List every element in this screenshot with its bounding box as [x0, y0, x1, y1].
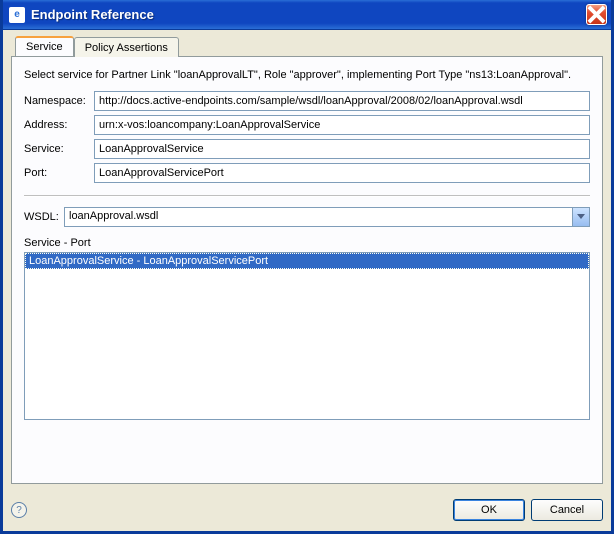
divider — [24, 195, 590, 197]
titlebar: e Endpoint Reference — [3, 0, 611, 30]
help-icon: ? — [16, 505, 22, 516]
close-icon — [587, 5, 606, 24]
address-input[interactable] — [94, 115, 590, 135]
dialog-window: e Endpoint Reference Service Policy Asse… — [0, 0, 614, 534]
service-port-label: Service - Port — [24, 237, 590, 249]
port-row: Port: — [24, 163, 590, 183]
namespace-row: Namespace: — [24, 91, 590, 111]
port-label: Port: — [24, 167, 94, 179]
list-item[interactable]: LoanApprovalService - LoanApprovalServic… — [25, 253, 589, 269]
address-row: Address: — [24, 115, 590, 135]
service-label: Service: — [24, 143, 94, 155]
namespace-input[interactable] — [94, 91, 590, 111]
close-button[interactable] — [586, 4, 607, 25]
service-port-listbox[interactable]: LoanApprovalService - LoanApprovalServic… — [24, 252, 590, 420]
tab-area: Service Policy Assertions Select service… — [11, 36, 603, 486]
service-input[interactable] — [94, 139, 590, 159]
tab-strip: Service Policy Assertions — [15, 36, 603, 56]
dialog-content: Service Policy Assertions Select service… — [3, 30, 611, 531]
service-row: Service: — [24, 139, 590, 159]
wsdl-row: WSDL: loanApproval.wsdl — [24, 207, 590, 227]
help-button[interactable]: ? — [11, 502, 27, 518]
cancel-button[interactable]: Cancel — [531, 499, 603, 521]
tab-service[interactable]: Service — [15, 36, 74, 56]
ok-button[interactable]: OK — [453, 499, 525, 521]
window-title: Endpoint Reference — [31, 7, 586, 22]
address-label: Address: — [24, 119, 94, 131]
tab-policy-assertions[interactable]: Policy Assertions — [74, 37, 179, 57]
dialog-footer: ? OK Cancel — [11, 499, 603, 521]
wsdl-label: WSDL: — [24, 211, 64, 223]
tab-panel-service: Select service for Partner Link "loanApp… — [11, 56, 603, 484]
wsdl-combo[interactable]: loanApproval.wsdl — [64, 207, 590, 227]
wsdl-combo-button[interactable] — [572, 208, 589, 226]
namespace-label: Namespace: — [24, 95, 94, 107]
chevron-down-icon — [577, 214, 585, 220]
instruction-text: Select service for Partner Link "loanApp… — [24, 69, 590, 81]
app-icon: e — [9, 7, 25, 23]
port-input[interactable] — [94, 163, 590, 183]
wsdl-combo-text: loanApproval.wsdl — [65, 208, 572, 226]
